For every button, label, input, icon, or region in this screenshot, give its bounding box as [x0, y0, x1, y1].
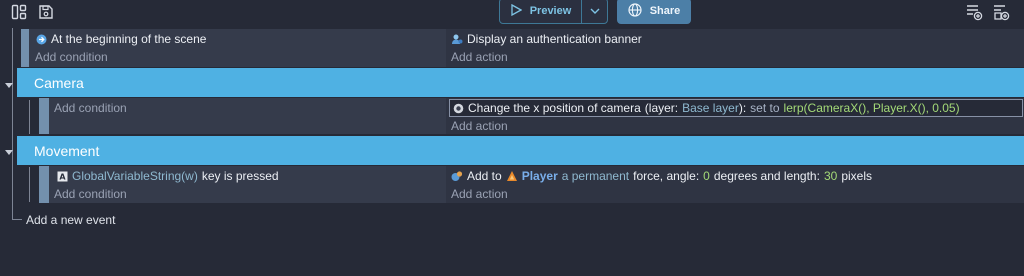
add-action-link[interactable]: Add action	[451, 119, 508, 133]
add-event-icon[interactable]	[965, 3, 983, 21]
add-condition-link[interactable]: Add condition	[54, 187, 127, 201]
physics-icon	[451, 170, 463, 182]
tree-line-end	[12, 219, 22, 220]
angle-param[interactable]: 0	[703, 169, 710, 183]
event-handle[interactable]	[39, 98, 49, 134]
save-icon[interactable]	[37, 3, 55, 21]
tree-line	[29, 167, 30, 202]
auth-banner-icon	[451, 33, 463, 45]
condition-scene-start[interactable]: At the beginning of the scene	[35, 32, 206, 46]
add-action-link[interactable]: Add action	[451, 187, 508, 201]
param-label: ):	[738, 101, 747, 115]
share-label: Share	[649, 5, 681, 17]
add-condition-icon[interactable]	[992, 3, 1010, 21]
group-title: Camera	[34, 74, 84, 91]
group-movement[interactable]: Movement	[17, 136, 1024, 165]
globe-icon	[628, 2, 642, 20]
camera-icon	[452, 102, 464, 114]
action-change-camera-x[interactable]: Change the x position of camera (layer: …	[452, 101, 960, 115]
keyboard-icon: A	[56, 170, 68, 182]
share-button[interactable]: Share	[617, 0, 691, 24]
event-handle[interactable]	[39, 166, 49, 203]
condition-key-pressed[interactable]: A GlobalVariableString(w) key is pressed	[56, 169, 279, 183]
action-add-force[interactable]: Add to Player a permanent force, angle: …	[451, 169, 872, 183]
object-param[interactable]: Player	[522, 169, 558, 183]
set-to-label: set to	[750, 101, 780, 115]
collapse-movement-icon[interactable]	[5, 150, 13, 155]
play-icon	[510, 3, 523, 19]
event-handle[interactable]	[21, 29, 29, 67]
preview-label: Preview	[529, 5, 572, 17]
expression-param[interactable]: lerp(CameraX(), Player.X(), 0.05)	[784, 101, 960, 115]
key-param[interactable]: GlobalVariableString(w)	[72, 169, 198, 183]
condition-text: At the beginning of the scene	[51, 32, 207, 46]
scene-start-icon	[35, 33, 47, 45]
add-condition-link[interactable]: Add condition	[35, 50, 108, 64]
svg-text:A: A	[59, 172, 66, 181]
preview-options-button[interactable]	[582, 0, 607, 23]
layout-icon[interactable]	[10, 3, 28, 21]
length-param[interactable]: 30	[824, 169, 837, 183]
collapse-camera-icon[interactable]	[5, 83, 13, 88]
preview-button[interactable]: Preview	[500, 0, 582, 23]
layer-param[interactable]: Base layer	[682, 101, 739, 115]
tree-line	[12, 28, 13, 220]
player-icon	[506, 170, 518, 182]
action-text: Add to	[467, 169, 502, 183]
tree-line	[29, 100, 30, 134]
force-type-param[interactable]: a permanent	[562, 169, 629, 183]
action-text: Display an authentication banner	[467, 32, 642, 46]
add-action-link[interactable]: Add action	[451, 50, 508, 64]
add-condition-link[interactable]: Add condition	[54, 101, 127, 115]
chevron-down-icon	[590, 4, 600, 18]
action-text: degrees and length:	[713, 169, 820, 183]
action-text: pixels	[841, 169, 872, 183]
condition-text: key is pressed	[201, 169, 279, 183]
action-auth-banner[interactable]: Display an authentication banner	[451, 32, 642, 46]
group-camera[interactable]: Camera	[17, 68, 1024, 97]
param-label: (layer:	[644, 101, 679, 115]
toolbar: Preview Share	[0, 0, 1024, 25]
preview-button-group: Preview	[499, 0, 608, 24]
group-title: Movement	[34, 142, 100, 159]
action-text: Change the x position of camera	[468, 101, 641, 115]
add-new-event-link[interactable]: Add a new event	[26, 213, 115, 227]
action-text: force, angle:	[633, 169, 700, 183]
